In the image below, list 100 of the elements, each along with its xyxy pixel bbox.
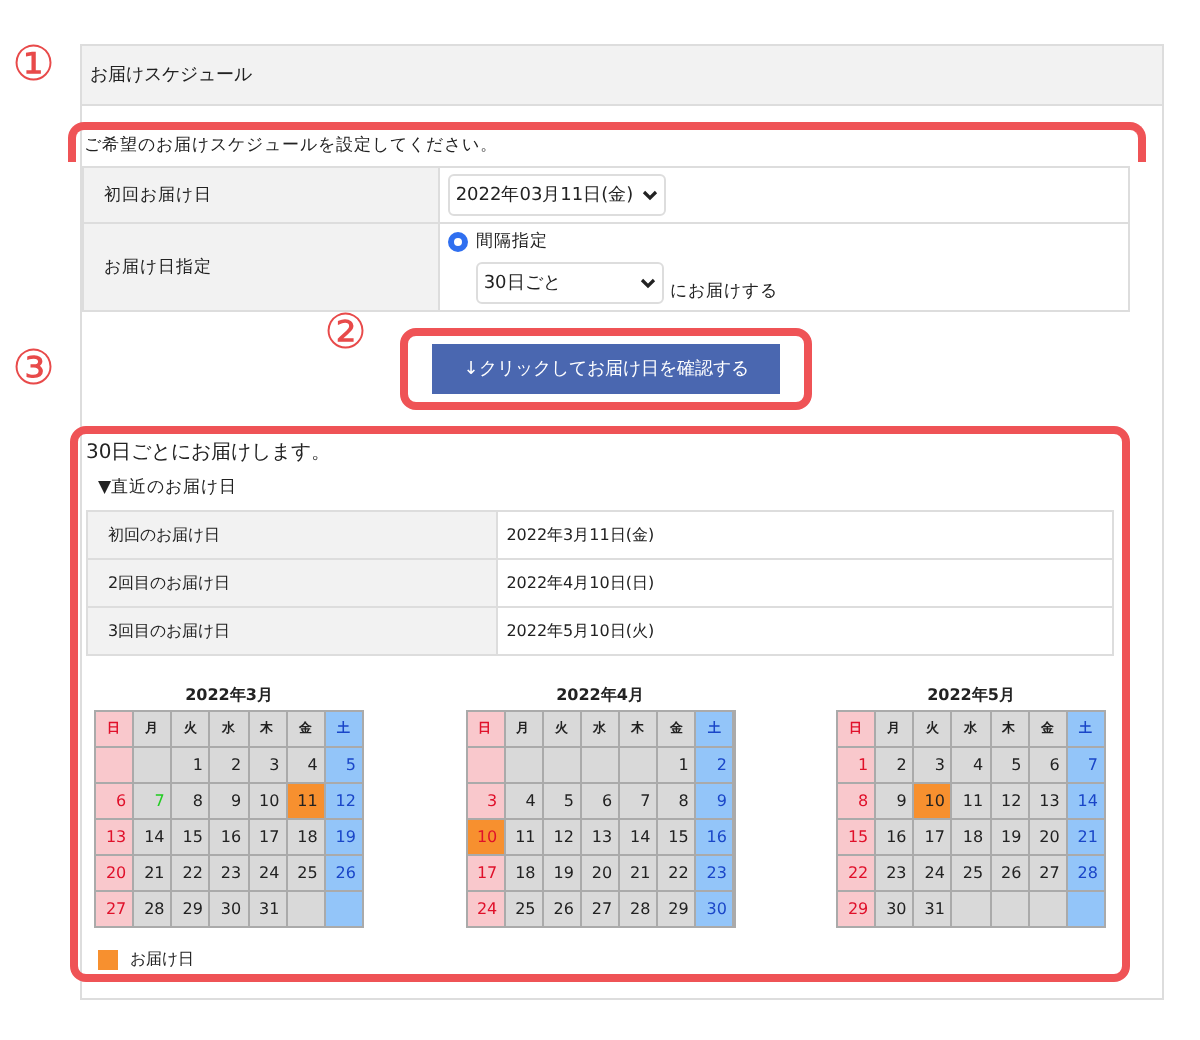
legend-swatch — [98, 949, 118, 969]
day-cell: 16 — [210, 820, 248, 854]
day-cell: 31 — [914, 892, 951, 926]
day-cell: 18 — [287, 820, 324, 854]
day-cell: 9 — [876, 784, 913, 818]
day-cell: 24 — [467, 892, 504, 926]
day-cell: 20 — [96, 856, 133, 890]
day-cell: 13 — [96, 820, 133, 854]
day-cell: 10 — [914, 784, 951, 818]
day-cell: 20 — [581, 856, 619, 890]
day-cell: 31 — [249, 892, 286, 926]
day-cell: 10 — [249, 784, 286, 818]
day-cell: 8 — [658, 784, 695, 818]
day-cell: 21 — [620, 856, 657, 890]
day-cell: 24 — [914, 856, 951, 890]
day-cell: 7 — [134, 784, 171, 818]
table-cell: 初回のお届け日 — [87, 511, 498, 559]
day-cell: 28 — [134, 892, 171, 926]
day-cell: 3 — [467, 784, 504, 818]
day-cell: 26 — [325, 856, 362, 890]
day-cell: 11 — [505, 820, 542, 854]
date-select[interactable]: 2022年03月11日(金) — [447, 174, 666, 216]
day-cell: 23 — [876, 856, 913, 890]
day-cell: 6 — [96, 784, 133, 818]
day-cell: 27 — [96, 892, 133, 926]
day-cell: 12 — [325, 784, 362, 818]
caret-icon — [639, 277, 656, 289]
day-cell: 30 — [876, 892, 913, 926]
month-title: 2022年5月 — [925, 684, 1017, 706]
day-cell: 17 — [467, 856, 504, 890]
panel-title: お届けスケジュール — [82, 46, 1162, 106]
summary-text: 30日ごとにお届けします。 — [86, 440, 334, 466]
day-cell: 19 — [991, 820, 1028, 854]
radio-button[interactable] — [447, 232, 468, 252]
day-cell: 27 — [581, 892, 619, 926]
day-cell: 13 — [581, 820, 619, 854]
day-cell: 21 — [1067, 820, 1104, 854]
day-cell: 15 — [658, 820, 695, 854]
day-cell: 9 — [210, 784, 248, 818]
day-cell: 7 — [620, 784, 657, 818]
radio-label: 間隔指定 — [475, 230, 548, 254]
day-cell: 8 — [838, 784, 875, 818]
table-cell: 2022年5月10日(火) — [497, 607, 1113, 655]
table-cell: 2回目のお届け日 — [87, 559, 498, 607]
interval-select[interactable]: 30日ごと — [475, 262, 664, 304]
day-cell: 14 — [1067, 784, 1104, 818]
day-cell: 1 — [838, 748, 875, 782]
day-cell: 12 — [991, 784, 1028, 818]
day-cell: 26 — [991, 856, 1028, 890]
confirm-button[interactable]: ↓クリックしてお届け日を確認する — [431, 344, 781, 394]
step-number: ② — [324, 308, 368, 356]
day-cell: 6 — [581, 784, 619, 818]
day-cell: 25 — [952, 856, 990, 890]
month-title: 2022年4月 — [554, 684, 646, 706]
suffix-text: にお届けする — [669, 280, 778, 304]
day-cell: 1 — [172, 748, 209, 782]
legend-label: お届け日 — [130, 948, 194, 970]
day-cell: 6 — [1029, 748, 1066, 782]
day-cell: 4 — [505, 784, 542, 818]
day-cell: 13 — [1029, 784, 1066, 818]
day-cell: 9 — [696, 784, 733, 818]
day-cell: 3 — [249, 748, 286, 782]
day-cell: 27 — [1029, 856, 1066, 890]
day-cell: 23 — [210, 856, 248, 890]
day-cell: 7 — [1067, 748, 1104, 782]
table-cell: 2022年3月11日(金) — [497, 511, 1113, 559]
table-cell: 初回お届け日 — [83, 167, 439, 223]
table-cell: 3回目のお届け日 — [87, 607, 498, 655]
day-cell: 28 — [620, 892, 657, 926]
instruction-text: ご希望のお届けスケジュールを設定してください。 — [84, 134, 500, 158]
day-cell: 16 — [876, 820, 913, 854]
day-cell: 18 — [505, 856, 542, 890]
day-cell: 30 — [210, 892, 248, 926]
day-cell: 4 — [287, 748, 324, 782]
day-cell: 8 — [172, 784, 209, 818]
step-number: ③ — [12, 344, 56, 392]
month-title: 2022年3月 — [183, 684, 275, 706]
day-cell: 22 — [658, 856, 695, 890]
day-cell: 22 — [838, 856, 875, 890]
table-cell: お届け日指定 — [83, 223, 439, 311]
day-cell: 29 — [838, 892, 875, 926]
day-cell: 3 — [914, 748, 951, 782]
day-cell: 5 — [991, 748, 1028, 782]
day-cell: 4 — [952, 748, 990, 782]
caret-icon — [641, 189, 658, 201]
day-cell: 24 — [249, 856, 286, 890]
day-cell: 25 — [287, 856, 324, 890]
day-cell: 10 — [467, 820, 504, 854]
day-cell: 28 — [1067, 856, 1104, 890]
day-cell: 1 — [658, 748, 695, 782]
day-cell: 11 — [952, 784, 990, 818]
day-cell: 2 — [210, 748, 248, 782]
table-cell: 2022年4月10日(日) — [497, 559, 1113, 607]
day-cell: 15 — [838, 820, 875, 854]
day-cell: 29 — [658, 892, 695, 926]
day-cell: 18 — [952, 820, 990, 854]
day-cell: 17 — [914, 820, 951, 854]
day-cell: 12 — [543, 820, 580, 854]
day-cell: 20 — [1029, 820, 1066, 854]
day-cell: 2 — [876, 748, 913, 782]
